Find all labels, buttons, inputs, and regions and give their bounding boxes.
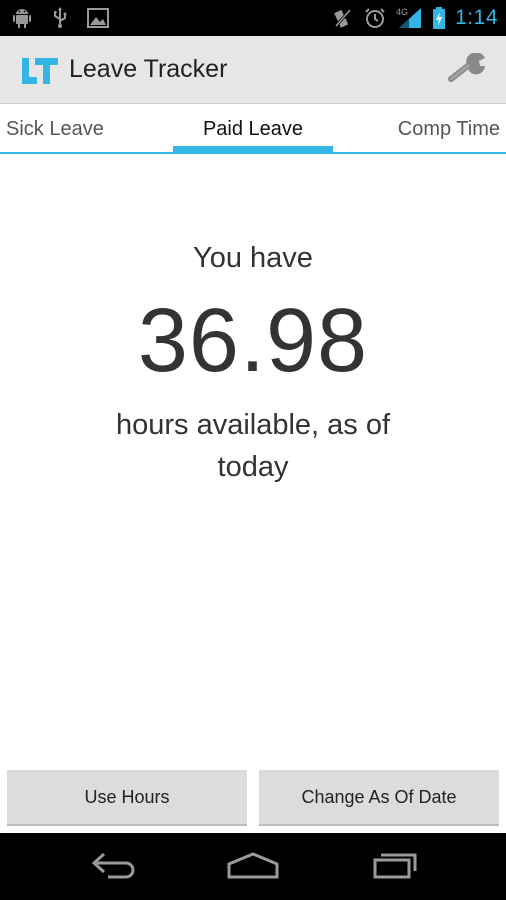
status-left-icons [10,4,110,32]
network-type-label: 4G [396,7,408,17]
app-logo-text: LT [20,56,21,57]
summary-prefix: You have [193,242,313,274]
tab-strip: Sick Leave Paid Leave Comp Time [0,104,506,154]
image-icon [86,6,110,30]
mute-icon [331,6,355,30]
hours-available-value: 36.98 [137,291,369,391]
selected-tab-indicator [173,146,333,152]
status-bar: 4G 1:14 [0,0,506,36]
signal-icon: 4G [395,6,423,30]
usb-icon [48,6,72,30]
tab-comp-time[interactable]: Comp Time [398,118,500,141]
status-time: 1:14 [455,6,498,29]
use-hours-button[interactable]: Use Hours [7,770,247,826]
change-as-of-date-button[interactable]: Change As Of Date [259,770,499,826]
alarm-icon [363,6,387,30]
settings-button[interactable] [444,48,492,92]
wrench-icon [447,51,489,88]
battery-icon [431,6,447,30]
recent-apps-button[interactable] [365,851,421,883]
android-debug-icon [10,6,34,30]
back-icon [88,850,138,885]
app-logo-icon: LT [20,56,60,86]
tab-paid-leave[interactable]: Paid Leave [203,118,303,140]
navigation-bar [0,833,506,900]
status-right-icons: 4G 1:14 [331,4,498,32]
back-button[interactable] [85,851,141,883]
summary-suffix: hours available, as of today [115,409,391,483]
leave-summary: You have 36.98 hours available, as of to… [0,154,506,764]
home-button[interactable] [225,851,281,883]
action-bar: LT Leave Tracker [0,36,506,104]
recent-apps-icon [367,850,419,885]
home-icon [225,850,281,885]
app-title: Leave Tracker [69,55,228,83]
tab-sick-leave[interactable]: Sick Leave [6,118,104,141]
